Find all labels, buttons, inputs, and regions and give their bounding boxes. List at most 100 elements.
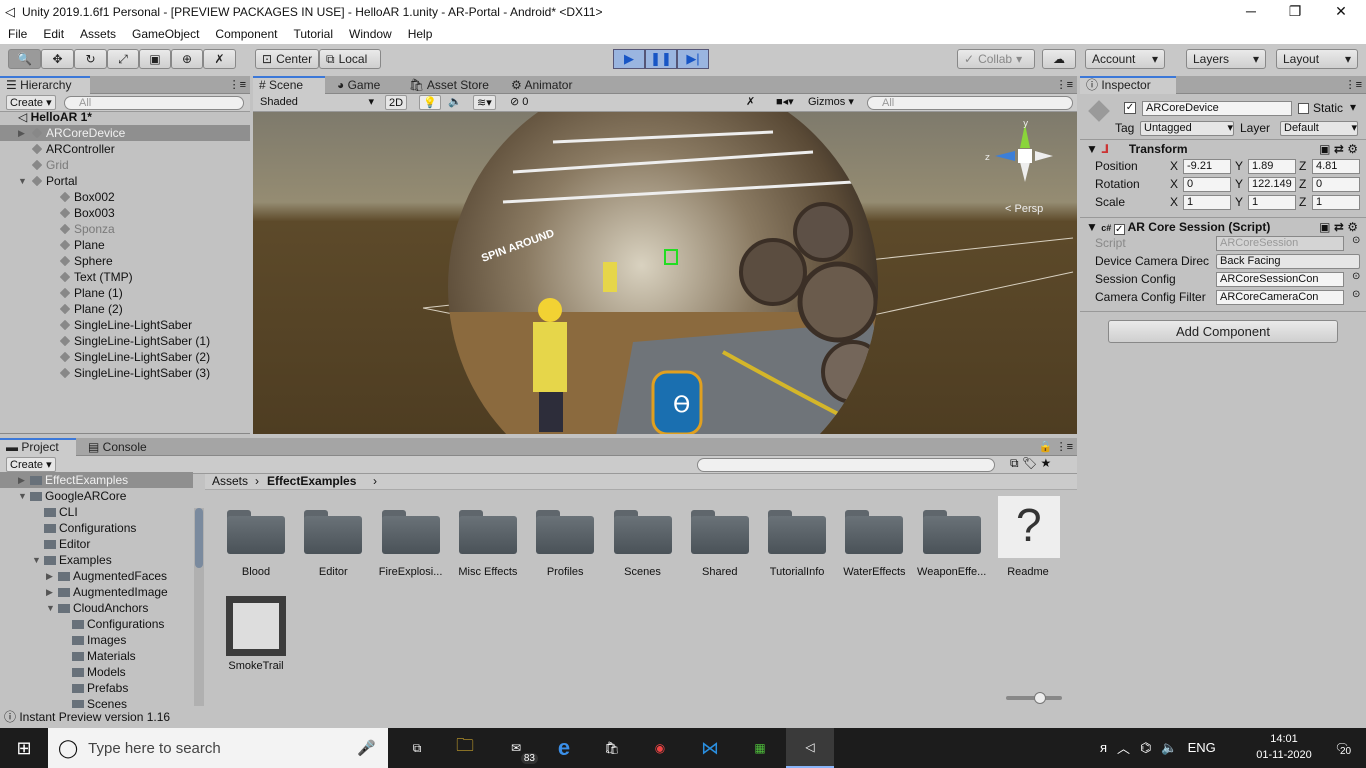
lighting-toggle[interactable]: 💡 xyxy=(419,95,441,110)
hierarchy-item[interactable]: Plane (1) xyxy=(0,285,250,301)
hierarchy-item[interactable]: Plane (2) xyxy=(0,301,250,317)
menu-file[interactable]: File xyxy=(8,27,27,41)
vscode-button[interactable]: ⋈ xyxy=(686,728,734,768)
hierarchy-item[interactable]: Box002 xyxy=(0,189,250,205)
persp-label[interactable]: < Persp xyxy=(1005,203,1043,215)
store-button[interactable]: 🛍 xyxy=(588,728,636,768)
active-checkbox[interactable]: ✓ xyxy=(1124,102,1136,114)
component-menu-icon[interactable]: ▣ ⇄ ⚙ xyxy=(1319,219,1358,235)
axis-x-label[interactable]: X xyxy=(1170,194,1178,210)
script-object-field[interactable]: ARCoreCameraCon xyxy=(1216,290,1344,305)
script-header[interactable]: ▼ c# ✓ AR Core Session (Script) ▣ ⇄ ⚙ xyxy=(1086,219,1360,235)
hierarchy-item[interactable]: SingleLine-LightSaber (2) xyxy=(0,349,250,365)
orientation-gizmo[interactable]: y z xyxy=(985,119,1055,190)
project-tree-item[interactable]: ▶ EffectExamples xyxy=(0,472,193,488)
hierarchy-item[interactable]: Plane xyxy=(0,237,250,253)
tab-asset-store[interactable]: 🛍 Asset Store xyxy=(403,76,495,94)
hierarchy-item[interactable]: Grid xyxy=(0,157,250,173)
add-component-button[interactable]: Add Component xyxy=(1108,320,1338,343)
project-tree-item[interactable]: CLI xyxy=(0,504,193,520)
menu-tutorial[interactable]: Tutorial xyxy=(293,27,333,41)
pivot-center-button[interactable]: ⊡ Center xyxy=(255,49,319,69)
panel-menu-icon[interactable]: ⋮≡ xyxy=(229,78,246,91)
transform-y-field[interactable]: 1 xyxy=(1248,195,1296,210)
tab-hierarchy[interactable]: ☰ Hierarchy xyxy=(0,76,90,94)
transform-x-field[interactable]: 0 xyxy=(1183,177,1231,192)
folder-asset[interactable] xyxy=(536,508,595,554)
static-checkbox[interactable] xyxy=(1298,103,1309,114)
account-dropdown[interactable]: Account ▾ xyxy=(1085,49,1165,69)
foldout-arrow-icon[interactable]: ▶ xyxy=(46,584,53,600)
restore-button[interactable]: ❐ xyxy=(1272,0,1318,24)
hierarchy-search-input[interactable]: All xyxy=(64,96,244,110)
foldout-arrow-icon[interactable]: ▼ xyxy=(18,488,27,504)
folder-asset[interactable] xyxy=(690,508,749,554)
minimize-button[interactable]: ─ xyxy=(1228,0,1274,24)
project-tree-item[interactable]: ▼ Examples xyxy=(0,552,193,568)
folder-asset[interactable] xyxy=(613,508,672,554)
camera-direction-dropdown[interactable]: Back Facing xyxy=(1216,254,1360,269)
scene-root-row[interactable]: ◁ HelloAR 1* xyxy=(18,109,92,125)
audio-toggle[interactable]: 🔈 xyxy=(445,95,465,110)
transform-y-field[interactable]: 122.149 xyxy=(1248,177,1296,192)
mail-button[interactable]: ✉ 83 xyxy=(492,728,540,768)
axis-z-label[interactable]: Z xyxy=(1299,194,1306,210)
shading-dropdown[interactable]: Shaded ▾ xyxy=(257,95,377,110)
foldout-arrow-icon[interactable]: ▶ xyxy=(46,568,53,584)
axis-y-label[interactable]: Y xyxy=(1235,176,1243,192)
project-search-input[interactable] xyxy=(697,458,995,472)
file-explorer-button[interactable]: 🗀 xyxy=(441,728,489,768)
object-name-input[interactable]: ARCoreDevice xyxy=(1142,101,1292,116)
hierarchy-item[interactable]: ▶ ARCoreDevice xyxy=(0,125,250,141)
folder-asset[interactable] xyxy=(227,508,285,554)
project-tree-item[interactable]: ▼ GoogleARCore xyxy=(0,488,193,504)
pause-button[interactable]: ❚❚ xyxy=(645,49,677,69)
tab-animator[interactable]: ⚙ Animator xyxy=(505,76,578,94)
people-icon[interactable]: ᴙ xyxy=(1100,740,1107,755)
transform-y-field[interactable]: 1.89 xyxy=(1248,159,1296,174)
tree-scrollbar[interactable] xyxy=(194,508,204,706)
hierarchy-item[interactable]: SingleLine-LightSaber (1) xyxy=(0,333,250,349)
project-tree-item[interactable]: ▶ AugmentedFaces xyxy=(0,568,193,584)
network-icon[interactable]: ⌬ xyxy=(1140,740,1151,756)
collab-dropdown[interactable]: ✓ Collab ▾ xyxy=(957,49,1035,69)
project-tree-item[interactable]: Configurations xyxy=(0,520,193,536)
object-picker-icon[interactable]: ⊙ xyxy=(1352,235,1360,246)
language-indicator[interactable]: ENG xyxy=(1188,740,1216,755)
axis-y-label[interactable]: Y xyxy=(1235,194,1243,210)
axis-x-label[interactable]: X xyxy=(1170,158,1178,174)
rotate-tool-button[interactable]: ↻ xyxy=(74,49,107,69)
layer-dropdown[interactable]: Default ▾ xyxy=(1280,121,1358,136)
hierarchy-item[interactable]: SingleLine-LightSaber xyxy=(0,317,250,333)
foldout-arrow-icon[interactable]: ▼ xyxy=(32,552,41,568)
foldout-open-icon[interactable]: ▼ xyxy=(18,173,27,189)
menu-component[interactable]: Component xyxy=(215,27,277,41)
transform-z-field[interactable]: 4.81 xyxy=(1312,159,1360,174)
hierarchy-create-button[interactable]: Create ▾ xyxy=(6,95,56,110)
folder-asset[interactable] xyxy=(381,508,440,554)
project-tree-item[interactable]: Configurations xyxy=(0,616,193,632)
hierarchy-item[interactable]: Box003 xyxy=(0,205,250,221)
menu-edit[interactable]: Edit xyxy=(43,27,64,41)
rect-tool-button[interactable]: ▣ xyxy=(139,49,171,69)
hierarchy-item[interactable]: SingleLine-LightSaber (3) xyxy=(0,365,250,381)
panel-menu-icon[interactable]: 🔒 ⋮≡ xyxy=(1039,440,1073,453)
panel-menu-icon[interactable]: ⋮≡ xyxy=(1345,78,1362,91)
folder-asset[interactable] xyxy=(922,508,981,554)
folder-asset[interactable] xyxy=(458,508,517,554)
project-tree-item[interactable]: ▶ AugmentedImage xyxy=(0,584,193,600)
readme-asset[interactable]: ? xyxy=(998,496,1060,558)
menu-help[interactable]: Help xyxy=(408,27,433,41)
script-enabled-checkbox[interactable]: ✓ xyxy=(1113,224,1125,235)
hierarchy-item[interactable]: Text (TMP) xyxy=(0,269,250,285)
chevron-down-icon[interactable]: ▾ xyxy=(1350,100,1356,114)
pivot-local-button[interactable]: ⧉ Local xyxy=(319,49,381,69)
project-tree-item[interactable]: Editor xyxy=(0,536,193,552)
project-tree-item[interactable]: Prefabs xyxy=(0,680,193,696)
transform-z-field[interactable]: 1 xyxy=(1312,195,1360,210)
folder-asset[interactable] xyxy=(845,508,904,554)
component-menu-icon[interactable]: ▣ ⇄ ⚙ xyxy=(1319,141,1358,157)
layers-dropdown[interactable]: Layers ▾ xyxy=(1186,49,1266,69)
notifications-button[interactable]: 🗨20 xyxy=(1318,728,1366,768)
clock[interactable]: 14:01 01-11-2020 xyxy=(1252,731,1316,763)
